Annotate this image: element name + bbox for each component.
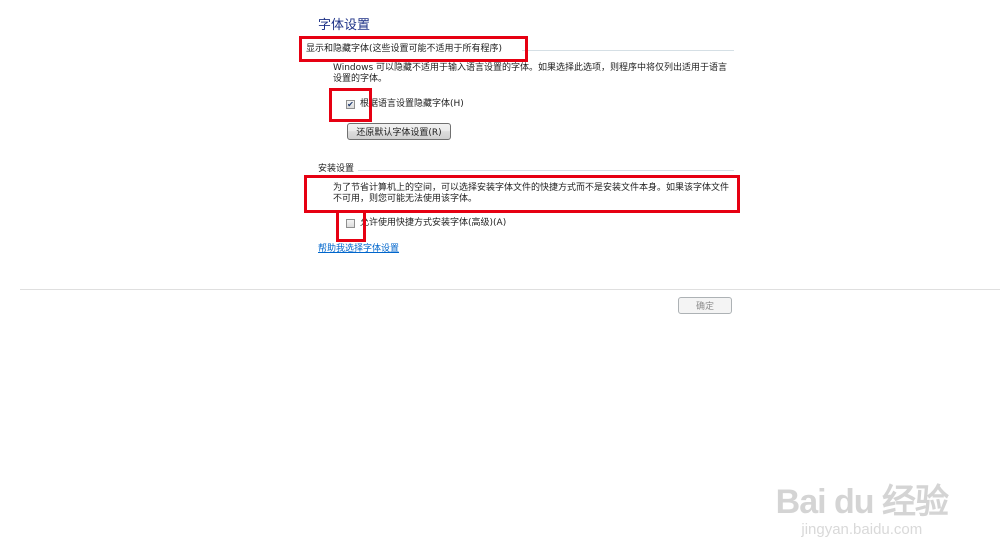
ok-button-label: 确定	[695, 302, 714, 312]
restore-default-font-settings-button[interactable]: 还原默认字体设置(R)	[347, 123, 451, 140]
annotation-box-description	[304, 175, 740, 213]
show-hide-description: Windows 可以隐藏不适用于输入语言设置的字体。如果选择此选项，则程序中将仅…	[333, 63, 728, 84]
annotation-box-checkbox	[329, 88, 372, 122]
group-divider	[358, 170, 734, 171]
hide-fonts-by-language-label[interactable]: 根据语言设置隐藏字体(H)	[360, 98, 464, 110]
watermark-url: jingyan.baidu.com	[801, 521, 923, 538]
page-title: 字体设置	[318, 18, 371, 33]
annotation-box-header	[299, 36, 528, 62]
watermark-brand: Bai du 经验	[775, 483, 949, 521]
install-settings-header: 安装设置	[318, 164, 355, 174]
baidu-jingyan-watermark: Bai du 经验 jingyan.baidu.com	[775, 483, 949, 539]
group-divider	[522, 50, 734, 51]
ok-button[interactable]: 确定	[678, 297, 732, 314]
footer-separator	[20, 289, 1000, 290]
help-choose-font-settings-link[interactable]: 帮助我选择字体设置	[318, 241, 399, 254]
watermark-brand-text: Bai du 经验	[775, 483, 949, 521]
allow-shortcut-install-label[interactable]: 允许使用快捷方式安装字体(高级)(A)	[360, 217, 506, 229]
annotation-box-checkbox	[336, 210, 366, 242]
font-settings-page: 字体设置 显示和隐藏字体(这些设置可能不适用于所有程序) Windows 可以隐…	[0, 0, 1000, 553]
